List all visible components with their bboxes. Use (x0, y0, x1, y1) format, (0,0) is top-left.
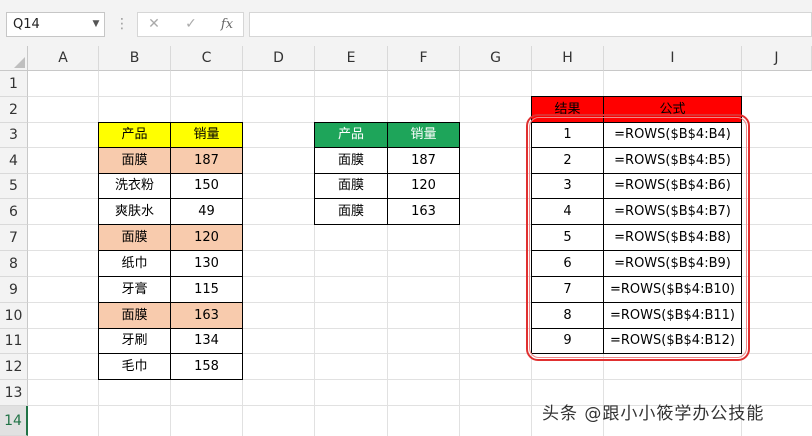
table1-cell[interactable]: 49 (170, 198, 243, 225)
chevron-down-icon[interactable]: ▼ (90, 13, 102, 36)
table1-cell[interactable]: 158 (170, 353, 243, 380)
table1-header-cell[interactable]: 产品 (98, 122, 171, 148)
row-header-4[interactable]: 4 (0, 148, 28, 174)
table1-cell[interactable]: 牙刷 (98, 328, 171, 354)
column-header-d[interactable]: D (243, 46, 315, 71)
table2-cell[interactable]: 120 (387, 173, 460, 199)
row-header-6[interactable]: 6 (0, 199, 28, 225)
table1-cell[interactable]: 毛巾 (98, 353, 171, 380)
table1-cell[interactable]: 纸巾 (98, 250, 171, 277)
row-header-2[interactable]: 2 (0, 97, 28, 123)
column-header-f[interactable]: F (388, 46, 460, 71)
row-header-11[interactable]: 11 (0, 329, 28, 354)
table2-cell[interactable]: 163 (387, 198, 460, 225)
table1-cell[interactable]: 150 (170, 173, 243, 199)
row-header-8[interactable]: 8 (0, 251, 28, 277)
row-header-13[interactable]: 13 (0, 380, 28, 406)
table2-cell[interactable]: 面膜 (314, 173, 388, 199)
table2-header-cell[interactable]: 销量 (387, 122, 460, 148)
row-header-3[interactable]: 3 (0, 123, 28, 148)
enter-icon[interactable]: ✓ (181, 12, 201, 37)
row-header-12[interactable]: 12 (0, 354, 28, 380)
row-header-9[interactable]: 9 (0, 277, 28, 303)
more-vertical-icon[interactable]: ⋮ (115, 12, 129, 37)
table1-cell[interactable]: 115 (170, 276, 243, 303)
table1-cell[interactable]: 130 (170, 250, 243, 277)
table1-cell[interactable]: 120 (170, 224, 243, 251)
column-header-i[interactable]: I (604, 46, 742, 71)
row-header-5[interactable]: 5 (0, 174, 28, 199)
highlight-frame-inner (529, 117, 747, 358)
table1-cell[interactable]: 面膜 (98, 302, 171, 329)
formula-input[interactable] (249, 12, 812, 37)
table2-cell[interactable]: 187 (387, 147, 460, 174)
table1-header-cell[interactable]: 销量 (170, 122, 243, 148)
table1-cell[interactable]: 187 (170, 147, 243, 174)
table1-cell[interactable]: 牙膏 (98, 276, 171, 303)
table2-cell[interactable]: 面膜 (314, 198, 388, 225)
watermark: 头条 @跟小小筱学办公技能 (542, 404, 765, 424)
row-header-1[interactable]: 1 (0, 71, 28, 97)
table1-cell[interactable]: 面膜 (98, 147, 171, 174)
select-all-icon (14, 57, 25, 68)
table2-header-cell[interactable]: 产品 (314, 122, 388, 148)
table2-cell[interactable]: 面膜 (314, 147, 388, 174)
row-header-10[interactable]: 10 (0, 303, 28, 329)
row-header-7[interactable]: 7 (0, 225, 28, 251)
table1-cell[interactable]: 爽肤水 (98, 198, 171, 225)
table1-cell[interactable]: 洗衣粉 (98, 173, 171, 199)
table1-cell[interactable]: 134 (170, 328, 243, 354)
row-header-14[interactable]: 14 (0, 406, 28, 436)
table1-cell[interactable]: 面膜 (98, 224, 171, 251)
column-header-j[interactable]: J (742, 46, 812, 71)
column-header-a[interactable]: A (28, 46, 99, 71)
column-header-e[interactable]: E (315, 46, 388, 71)
column-header-c[interactable]: C (171, 46, 243, 71)
column-header-h[interactable]: H (532, 46, 604, 71)
cancel-icon[interactable]: ✕ (144, 12, 164, 37)
column-header-b[interactable]: B (99, 46, 171, 71)
insert-function-icon[interactable]: fx (216, 12, 238, 37)
column-header-g[interactable]: G (460, 46, 532, 71)
table1-cell[interactable]: 163 (170, 302, 243, 329)
